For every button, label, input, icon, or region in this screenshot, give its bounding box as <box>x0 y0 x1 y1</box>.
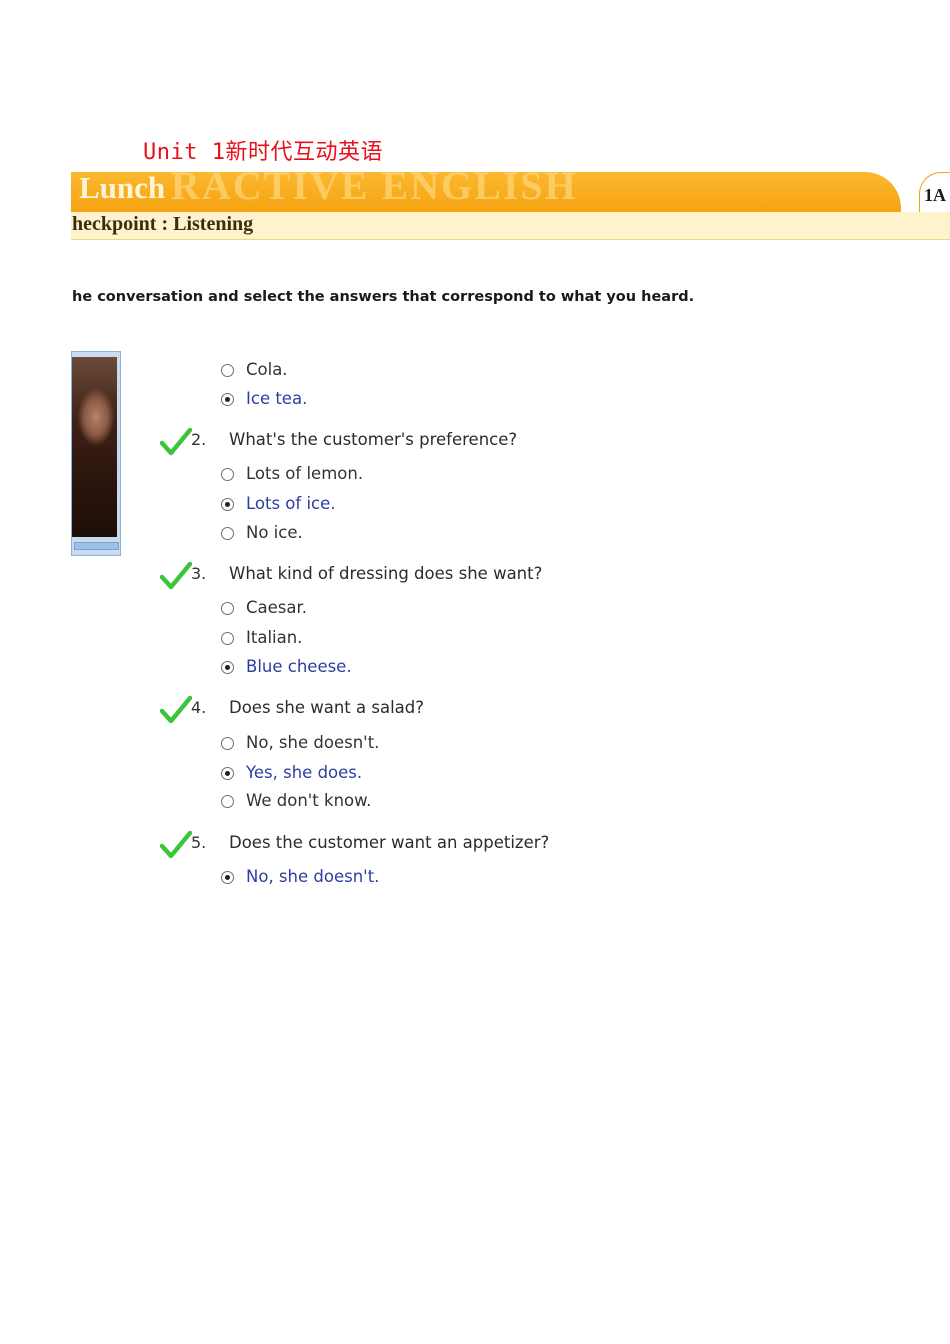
section-header: heckpoint : Listening <box>71 212 950 240</box>
question-5: 5. Does the customer want an appetizer? <box>160 831 760 865</box>
answer-option[interactable]: Caesar. <box>221 598 621 622</box>
radio-button[interactable] <box>221 393 234 406</box>
video-progress-bar[interactable] <box>74 542 119 550</box>
radio-button[interactable] <box>221 661 234 674</box>
radio-button[interactable] <box>221 767 234 780</box>
question-text: What's the customer's preference? <box>229 430 518 449</box>
answer-option[interactable]: No ice. <box>221 523 621 547</box>
video-player[interactable] <box>71 351 121 556</box>
question-number: 5. <box>191 833 207 852</box>
answer-label[interactable]: Caesar. <box>246 598 307 617</box>
answer-label[interactable]: Lots of lemon. <box>246 464 363 483</box>
radio-button[interactable] <box>221 364 234 377</box>
radio-button[interactable] <box>221 737 234 750</box>
question-number: 2. <box>191 430 207 449</box>
answer-label[interactable]: No, she doesn't. <box>246 867 379 886</box>
answer-option[interactable]: Blue cheese. <box>221 657 621 681</box>
answer-label[interactable]: No, she doesn't. <box>246 733 379 752</box>
banner-watermark: RACTIVE ENGLISH <box>171 172 578 208</box>
answer-label[interactable]: Yes, she does. <box>246 763 362 782</box>
document-title: Unit 1新时代互动英语 <box>143 140 383 165</box>
question-number: 3. <box>191 564 207 583</box>
lesson-tab-label[interactable]: 1A <box>924 185 946 206</box>
answer-label[interactable]: Cola. <box>246 360 288 379</box>
radio-button[interactable] <box>221 871 234 884</box>
radio-button[interactable] <box>221 602 234 615</box>
answer-option[interactable]: Italian. <box>221 628 621 652</box>
radio-button[interactable] <box>221 795 234 808</box>
answer-option[interactable]: Cola. <box>221 360 621 384</box>
instruction-text: he conversation and select the answers t… <box>72 289 695 305</box>
question-3: 3. What kind of dressing does she want? <box>160 562 760 596</box>
answer-option[interactable]: Lots of ice. <box>221 494 621 518</box>
answer-label[interactable]: Ice tea. <box>246 389 307 408</box>
question-text: Does she want a salad? <box>229 698 425 717</box>
answer-option[interactable]: Yes, she does. <box>221 763 621 787</box>
answer-option[interactable]: Ice tea. <box>221 389 621 413</box>
question-text: Does the customer want an appetizer? <box>229 833 550 852</box>
answer-option[interactable]: We don't know. <box>221 791 621 815</box>
answer-option[interactable]: No, she doesn't. <box>221 867 621 891</box>
section-title: heckpoint : Listening <box>72 213 254 235</box>
answer-label[interactable]: No ice. <box>246 523 303 542</box>
question-text: What kind of dressing does she want? <box>229 564 543 583</box>
video-thumbnail <box>72 357 117 537</box>
lesson-title: Lunch <box>79 172 166 205</box>
answer-label[interactable]: We don't know. <box>246 791 371 810</box>
lesson-banner: RACTIVE ENGLISH Lunch 1A <box>71 172 950 212</box>
check-icon <box>160 831 192 859</box>
answer-label[interactable]: Blue cheese. <box>246 657 352 676</box>
radio-button[interactable] <box>221 498 234 511</box>
question-4: 4. Does she want a salad? <box>160 696 760 730</box>
check-icon <box>160 562 192 590</box>
question-number: 4. <box>191 698 207 717</box>
check-icon <box>160 696 192 724</box>
answer-option[interactable]: Lots of lemon. <box>221 464 621 488</box>
answer-option[interactable]: No, she doesn't. <box>221 733 621 757</box>
question-2: 2. What's the customer's preference? <box>160 428 760 462</box>
answer-label[interactable]: Italian. <box>246 628 302 647</box>
radio-button[interactable] <box>221 527 234 540</box>
radio-button[interactable] <box>221 468 234 481</box>
check-icon <box>160 428 192 456</box>
answer-label[interactable]: Lots of ice. <box>246 494 336 513</box>
radio-button[interactable] <box>221 632 234 645</box>
